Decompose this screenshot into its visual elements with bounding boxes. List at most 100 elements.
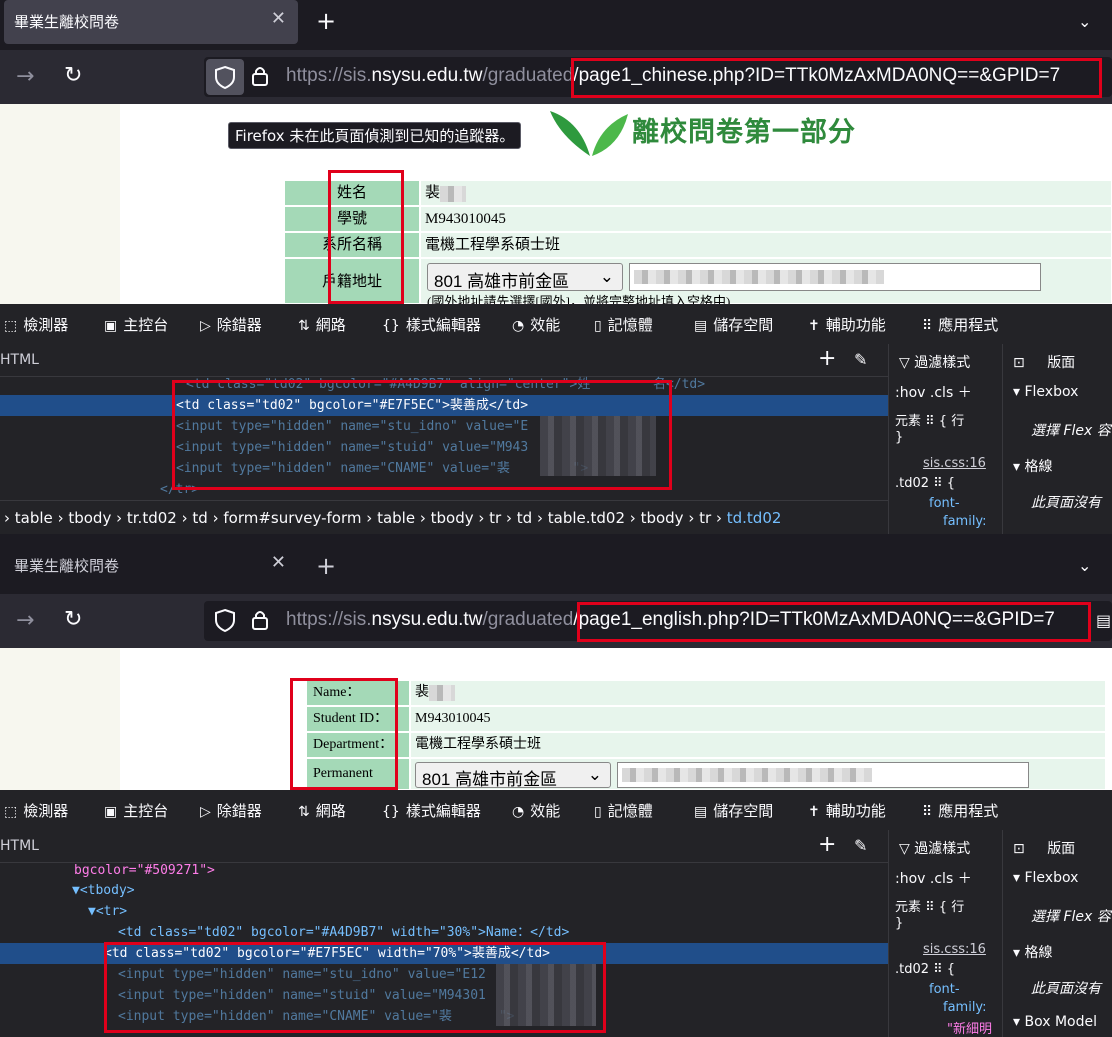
reader-view-icon[interactable]: ▤ [1096,611,1111,630]
html-line[interactable]: ▼<tbody> [72,880,135,901]
forward-icon[interactable]: → [16,64,34,89]
grid-section[interactable]: ▾ 格線 [1013,942,1052,962]
address-input[interactable] [617,762,1029,788]
tab-accessibility[interactable]: ✝ 輔助功能 [808,800,886,821]
tab-debugger[interactable]: ▷ 除錯器 [200,800,262,821]
markup-pane-2: HTML + ✎ bgcolor="#509271"> ▼<tbody> ▼<t… [0,830,888,1037]
browser-tab-2[interactable]: 畢業生離校問卷 ✕ [4,544,298,588]
devtools-toolbar-1: ⬚ 檢測器 ▣ 主控台 ▷ 除錯器 ⇅ 網路 {} 樣式編輯器 ◔ 效能 ▯ 記憶體 ▤ 儲存空… [0,304,1112,345]
box-model-section[interactable]: ▾ Box Model [1013,1014,1097,1030]
value-name: 裴 [410,680,1106,706]
tab-style-editor[interactable]: {} 樣式編輯器 [382,314,481,335]
tab-performance[interactable]: ◔ 效能 [512,800,560,821]
crumb[interactable]: tbody [431,509,474,527]
tab-storage[interactable]: ▤ 儲存空間 [694,314,773,335]
info-table-1: 姓名 裴 學號 M943010045 系所名稱 電機工程學系碩士班 戶籍地址 8… [284,180,1112,304]
hov-cls[interactable]: :hov .cls ＋ [895,868,972,888]
close-tab-icon[interactable]: ✕ [271,552,286,573]
address-select[interactable]: 801 高雄市前金區 ⌄ [427,263,623,291]
tab-inspector[interactable]: ⬚ 檢測器 [4,800,68,821]
value-student-id: M943010045 [410,706,1106,732]
browser-tab-1[interactable]: 畢業生離校問卷 ✕ [4,0,298,44]
html-line[interactable]: bgcolor="#509271"> [74,860,215,881]
flexbox-section[interactable]: ▾ Flexbox [1013,384,1078,400]
crumb[interactable]: tbody [641,509,684,527]
breadcrumb: › table › tbody › tr.td02 › td › form#su… [0,500,888,535]
address-hint: (國外地址請先選擇[國外]，並將完整地址填入空格中) [427,294,731,304]
tab-network[interactable]: ⇅ 網路 [298,314,346,335]
tracking-shield-icon[interactable] [206,59,244,95]
page-content-2: Name： 裴 Student ID： M943010045 Departmen… [0,648,1112,790]
crumb[interactable]: table [377,509,415,527]
address-select[interactable]: 801 高雄市前金區 ⌄ [415,762,611,789]
crumb[interactable]: td [192,509,207,527]
add-node-icon[interactable]: + [818,832,836,857]
inspector-icon: ⬚ [4,804,18,820]
tab-title: 畢業生離校問卷 [14,557,120,575]
td02-rule: .td02 ⠿ { [895,962,956,977]
crumb[interactable]: table.td02 [548,509,625,527]
value-address: 801 高雄市前金區 ⌄ (國外地址請先選擇[國外]，並將完整地址填入空格中) [420,258,1112,304]
crumb[interactable]: td.td02 [727,509,782,527]
rules-pane-1: ▽ 過濾樣式 :hov .cls ＋ 元素 ⠿ { 行 } sis.css:16… [888,344,1003,534]
crumb[interactable]: tr [699,509,711,527]
network-icon: ⇅ [298,318,310,334]
new-tab-icon[interactable]: + [316,552,336,580]
tab-memory[interactable]: ▯ 記憶體 [594,800,653,821]
tab-network[interactable]: ⇅ 網路 [298,800,346,821]
html-line[interactable]: ▼<tr> [88,901,127,922]
value-department: 電機工程學系碩士班 [420,232,1112,258]
eyedropper-icon[interactable]: ✎ [854,836,867,855]
tab-memory[interactable]: ▯ 記憶體 [594,314,653,335]
layout-tab[interactable]: ⊡ 版面 [1013,838,1075,858]
rule-close: } [895,430,904,445]
html-line[interactable]: <td class="td02" bgcolor="#A4D9B7" width… [118,922,569,943]
info-table-2: Name： 裴 Student ID： M943010045 Departmen… [306,680,1106,790]
list-tabs-chevron-icon[interactable]: ⌄ [1078,12,1091,31]
layout-tab[interactable]: ⊡ 版面 [1013,352,1075,372]
console-icon: ▣ [104,318,118,334]
tab-style-editor[interactable]: {} 樣式編輯器 [382,800,481,821]
prop-family: family: [943,1000,987,1015]
eyedropper-icon[interactable]: ✎ [854,350,867,369]
crumb[interactable]: tr.td02 [127,509,177,527]
grid-section[interactable]: ▾ 格線 [1013,456,1052,476]
list-tabs-chevron-icon[interactable]: ⌄ [1078,556,1091,575]
address-input[interactable] [629,263,1041,291]
crumb[interactable]: tbody [68,509,111,527]
crumb[interactable]: tr [489,509,501,527]
highlight-label-column [290,678,398,790]
tab-console[interactable]: ▣ 主控台 [104,314,168,335]
markup-toolbar: HTML + ✎ [0,344,888,377]
filter-styles[interactable]: ▽ 過濾樣式 [899,838,970,858]
tab-storage[interactable]: ▤ 儲存空間 [694,800,773,821]
tab-application[interactable]: ⠿ 應用程式 [922,800,998,821]
reload-icon[interactable]: ↻ [64,63,82,88]
flex-hint: 選擇 Flex 容 [1031,909,1111,925]
lock-icon[interactable] [250,607,270,637]
tab-debugger[interactable]: ▷ 除錯器 [200,314,262,335]
crumb[interactable]: form#survey-form [223,509,361,527]
css-source-link[interactable]: sis.css:16 [923,942,986,957]
lock-icon[interactable] [250,63,270,93]
add-node-icon[interactable]: + [818,346,836,371]
hov-cls[interactable]: :hov .cls ＋ [895,382,972,402]
reload-icon[interactable]: ↻ [64,607,82,632]
crumb[interactable]: table [15,509,53,527]
tab-bar-1: 畢業生離校問卷 ✕ + ⌄ [0,0,1112,50]
tab-accessibility[interactable]: ✝ 輔助功能 [808,314,886,335]
tab-application[interactable]: ⠿ 應用程式 [922,314,998,335]
tab-console[interactable]: ▣ 主控台 [104,800,168,821]
filter-styles[interactable]: ▽ 過濾樣式 [899,352,970,372]
tab-inspector[interactable]: ⬚ 檢測器 [4,314,68,335]
crumb[interactable]: td [517,509,532,527]
application-icon: ⠿ [922,804,933,820]
tracking-shield-icon[interactable] [212,607,238,637]
nav-bar-1: → ↻ https://sis.nsysu.edu.tw/graduated/p… [0,50,1112,104]
close-tab-icon[interactable]: ✕ [271,8,286,29]
tab-performance[interactable]: ◔ 效能 [512,314,560,335]
forward-icon[interactable]: → [16,608,34,633]
new-tab-icon[interactable]: + [316,7,336,35]
flexbox-section[interactable]: ▾ Flexbox [1013,870,1078,886]
css-source-link[interactable]: sis.css:16 [923,456,986,471]
